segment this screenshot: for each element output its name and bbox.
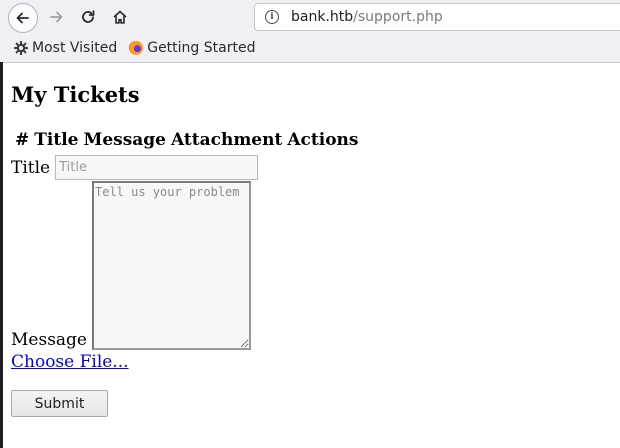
bookmark-label: Most Visited — [32, 40, 118, 56]
page-content: My Tickets # Title Message Attachment Action… — [11, 62, 620, 448]
url-text: bank.htb/support.php — [291, 9, 443, 25]
message-field-row: Message — [11, 181, 251, 350]
column-header-actions: Actions — [287, 130, 359, 150]
arrow-right-icon — [50, 11, 63, 23]
choose-file-link[interactable]: Choose File... — [11, 352, 129, 372]
arrow-left-icon — [16, 12, 29, 24]
home-icon — [113, 10, 127, 24]
forward-button[interactable] — [42, 3, 70, 31]
back-button[interactable] — [8, 3, 38, 33]
bookmark-getting-started[interactable]: Getting Started — [129, 40, 255, 56]
address-bar[interactable]: i bank.htb/support.php — [254, 3, 620, 31]
title-label: Title — [11, 157, 51, 178]
reload-button[interactable] — [74, 3, 102, 31]
window-edge — [0, 62, 3, 448]
title-field-row: Title — [11, 155, 259, 180]
submit-button[interactable]: Submit — [11, 390, 108, 417]
bookmark-most-visited[interactable]: Most Visited — [14, 40, 117, 56]
navigation-bar: i bank.htb/support.php — [0, 0, 620, 34]
page-title: My Tickets — [11, 82, 140, 107]
bookmark-label: Getting Started — [147, 40, 256, 56]
home-button[interactable] — [106, 3, 134, 31]
browser-toolbar: i bank.htb/support.php Most Visited Gett… — [0, 0, 620, 63]
reload-icon — [82, 10, 95, 23]
column-header-number: # — [15, 130, 30, 150]
url-host: bank.htb — [291, 9, 354, 25]
site-info-icon[interactable]: i — [265, 10, 279, 24]
column-header-message: Message — [83, 130, 167, 150]
firefox-icon — [129, 41, 144, 55]
message-label: Message — [11, 330, 87, 350]
bookmarks-toolbar: Most Visited Getting Started — [0, 36, 620, 60]
column-header-title: Title — [34, 130, 79, 150]
gear-icon — [14, 41, 28, 55]
url-path: /support.php — [353, 9, 443, 25]
message-textarea[interactable] — [92, 181, 251, 350]
column-header-attachment: Attachment — [171, 130, 283, 150]
tickets-table-header: # Title Message Attachment Actions — [15, 130, 358, 150]
title-input[interactable] — [55, 155, 259, 180]
